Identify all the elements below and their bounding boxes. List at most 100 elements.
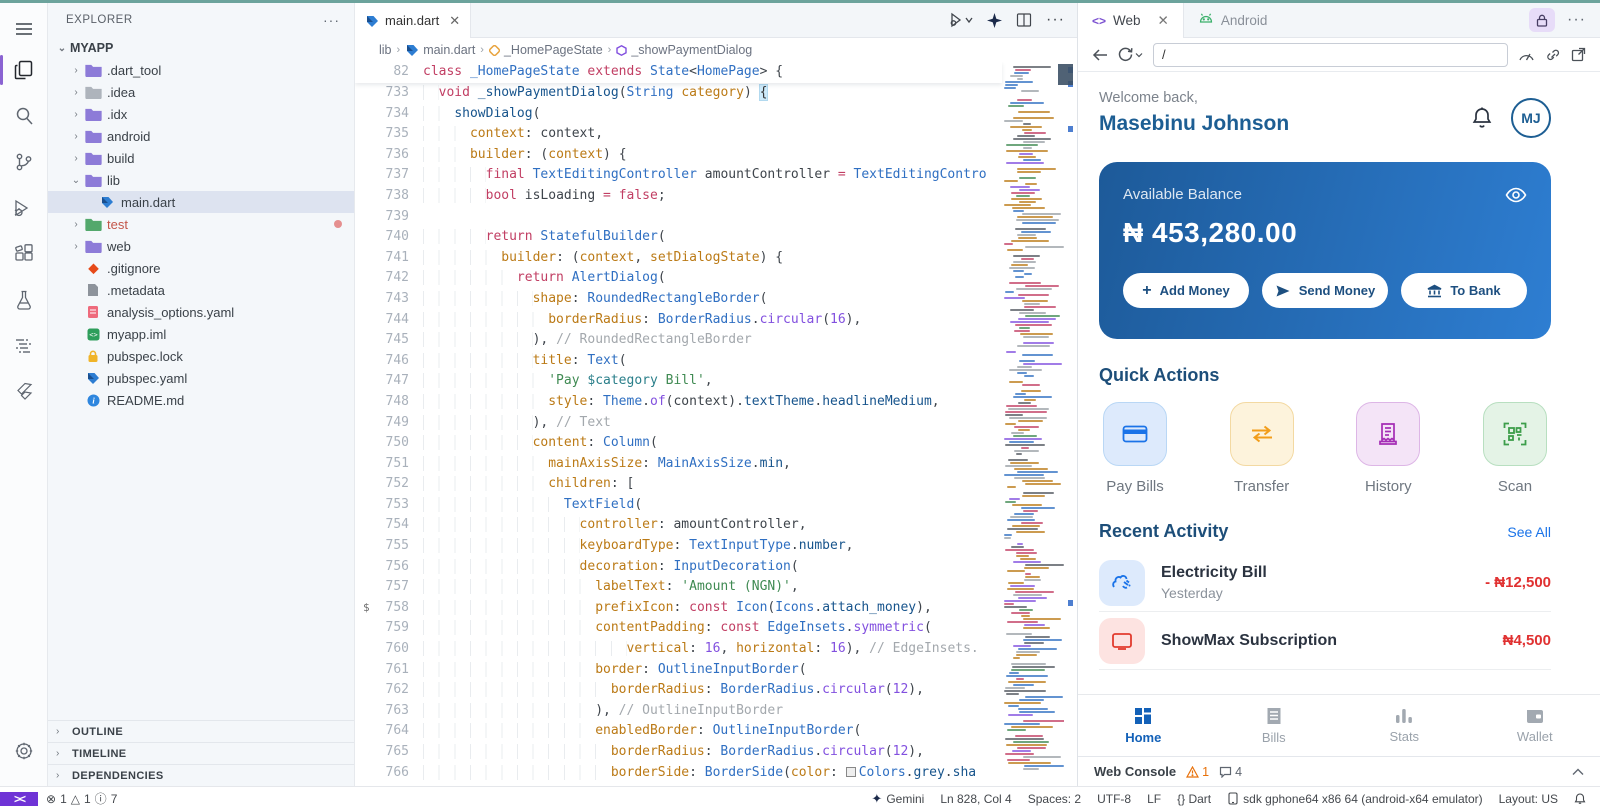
tab-web[interactable]: <> Web ✕	[1078, 3, 1184, 38]
flask-icon[interactable]	[0, 277, 48, 323]
status-layout-us[interactable]: Layout: US	[1491, 792, 1566, 806]
tab-android[interactable]: Android	[1184, 3, 1282, 37]
flutter-icon[interactable]	[0, 369, 48, 415]
code-line-761[interactable]: 761 border: OutlineInputBorder(	[355, 660, 1002, 681]
code-line-762[interactable]: 762 borderRadius: BorderRadius.circular(…	[355, 680, 1002, 701]
tab-main-dart[interactable]: main.dart ✕	[355, 3, 471, 38]
status-bell-icon[interactable]	[1566, 792, 1594, 805]
tree-item-analysis-options-yaml[interactable]: analysis_options.yaml	[48, 301, 354, 323]
code-line-764[interactable]: 764 enabledBorder: OutlineInputBorder(	[355, 721, 1002, 742]
status-ln-828-col-4[interactable]: Ln 828, Col 4	[932, 792, 1019, 806]
gemini-sparkle-icon[interactable]	[987, 13, 1002, 28]
settings-gear-icon[interactable]	[0, 728, 48, 774]
code-line-741[interactable]: 741 builder: (context, setDialogState) {	[355, 248, 1002, 269]
quick-action-transfer[interactable]: Transfer	[1226, 402, 1298, 495]
code-line-740[interactable]: 740 return StatefulBuilder(	[355, 227, 1002, 248]
status-utf-8[interactable]: UTF-8	[1089, 792, 1139, 806]
extensions-icon[interactable]	[0, 231, 48, 277]
quick-action-scan[interactable]: Scan	[1479, 402, 1551, 495]
tree-item-lib[interactable]: ⌄lib	[48, 169, 354, 191]
color-swatch[interactable]	[846, 767, 856, 777]
breadcrumb-lib[interactable]: lib	[379, 43, 392, 57]
code-line-748[interactable]: 748 style: Theme.of(context).textTheme.h…	[355, 392, 1002, 413]
code-line-759[interactable]: 759 contentPadding: const EdgeInsets.sym…	[355, 618, 1002, 639]
panel-more-icon[interactable]: ···	[1567, 11, 1586, 29]
tree-item-build[interactable]: ›build	[48, 147, 354, 169]
code-line-745[interactable]: 745 ), // RoundedRectangleBorder	[355, 330, 1002, 351]
remote-indicator[interactable]: ><	[0, 792, 38, 806]
project-root[interactable]: ⌄MYAPP	[48, 37, 354, 59]
problems-indicator[interactable]: ⊗1 △1 ⓘ7	[38, 790, 125, 807]
minimap-slider[interactable]	[1058, 64, 1073, 85]
eye-icon[interactable]	[1505, 187, 1527, 203]
search-icon[interactable]	[0, 93, 48, 139]
code-line-738[interactable]: 738 bool isLoading = false;	[355, 186, 1002, 207]
status-gemini[interactable]: ✦Gemini	[863, 791, 932, 807]
back-icon[interactable]	[1092, 48, 1108, 62]
code-line-735[interactable]: 735 context: context,	[355, 124, 1002, 145]
code-line-754[interactable]: 754 controller: amountController,	[355, 515, 1002, 536]
code-line-744[interactable]: 744 borderRadius: BorderRadius.circular(…	[355, 310, 1002, 331]
code-line-743[interactable]: 743 shape: RoundedRectangleBorder(	[355, 289, 1002, 310]
see-all-link[interactable]: See All	[1507, 524, 1551, 540]
nav-wallet[interactable]: Wallet	[1470, 695, 1600, 756]
nav-home[interactable]: Home	[1078, 695, 1209, 756]
debug-icon[interactable]	[0, 185, 48, 231]
explorer-more-icon[interactable]: ···	[323, 12, 340, 28]
code-line-742[interactable]: 742 return AlertDialog(	[355, 268, 1002, 289]
console-collapse-icon[interactable]	[1572, 768, 1584, 776]
link-icon[interactable]	[1545, 48, 1561, 62]
tree-item-web[interactable]: ›web	[48, 235, 354, 257]
minimap[interactable]	[1002, 62, 1064, 786]
tree-item--metadata[interactable]: .metadata	[48, 279, 354, 301]
code-line-752[interactable]: 752 children: [	[355, 474, 1002, 495]
tree-item--dart-tool[interactable]: ›.dart_tool	[48, 59, 354, 81]
tab-close-icon[interactable]: ✕	[449, 13, 460, 29]
status-sdk-gphone64-x86-64-android-x64-emulator[interactable]: sdk gphone64 x86 64 (android-x64 emulato…	[1219, 792, 1490, 806]
nav-stats[interactable]: Stats	[1339, 695, 1470, 756]
git-icon[interactable]	[0, 139, 48, 185]
code-line-737[interactable]: 737 final TextEditingController amountCo…	[355, 165, 1002, 186]
run-debug-icon[interactable]	[949, 12, 973, 28]
code-line-747[interactable]: 747 'Pay $category Bill',	[355, 371, 1002, 392]
breadcrumb--homepagestate[interactable]: _HomePageState	[489, 43, 603, 57]
files-icon[interactable]	[0, 47, 48, 93]
code-line-758[interactable]: $758 prefixIcon: const Icon(Icons.attach…	[355, 598, 1002, 619]
status-spaces-2[interactable]: Spaces: 2	[1020, 792, 1089, 806]
breadcrumb--showpaymentdialog[interactable]: _showPaymentDialog	[616, 43, 752, 57]
status-dart[interactable]: {} Dart	[1169, 792, 1219, 806]
quick-action-history[interactable]: History	[1352, 402, 1424, 495]
code-line-763[interactable]: 763 ), // OutlineInputBorder	[355, 701, 1002, 722]
code-line-736[interactable]: 736 builder: (context) {	[355, 145, 1002, 166]
menu-icon[interactable]	[0, 11, 48, 47]
tree-item-pubspec-lock[interactable]: pubspec.lock	[48, 345, 354, 367]
section-dependencies[interactable]: ›DEPENDENCIES	[48, 764, 354, 786]
web-console-bar[interactable]: Web Console 1 4	[1078, 756, 1600, 786]
open-external-icon[interactable]	[1571, 47, 1586, 62]
nav-bills[interactable]: Bills	[1209, 695, 1340, 756]
to-bank-button[interactable]: To Bank	[1401, 273, 1527, 308]
web-tab-close-icon[interactable]: ✕	[1158, 13, 1169, 29]
code-editor[interactable]: 82class _HomePageState extends State<Hom…	[355, 62, 1077, 786]
tree-item-android[interactable]: ›android	[48, 125, 354, 147]
speed-gauge-icon[interactable]	[1518, 48, 1535, 62]
tree-item--gitignore[interactable]: .gitignore	[48, 257, 354, 279]
section-outline[interactable]: ›OUTLINE	[48, 720, 354, 742]
send-money-button[interactable]: Send Money	[1262, 273, 1388, 308]
notification-bell-icon[interactable]	[1471, 106, 1493, 130]
reload-icon[interactable]	[1118, 47, 1143, 62]
logs-icon[interactable]	[0, 323, 48, 369]
code-line-750[interactable]: 750 content: Column(	[355, 433, 1002, 454]
code-line-739[interactable]: 739	[355, 207, 1002, 228]
overview-ruler[interactable]	[1064, 62, 1077, 786]
sticky-scroll-line[interactable]: 82class _HomePageState extends State<Hom…	[355, 62, 1002, 83]
tree-item-myapp-iml[interactable]: <>myapp.iml	[48, 323, 354, 345]
code-line-733[interactable]: 733 void _showPaymentDialog(String categ…	[355, 83, 1002, 104]
breadcrumb-main-dart[interactable]: main.dart	[405, 43, 475, 57]
quick-action-pay-bills[interactable]: Pay Bills	[1099, 402, 1171, 495]
tree-item--idx[interactable]: ›.idx	[48, 103, 354, 125]
code-line-765[interactable]: 765 borderRadius: BorderRadius.circular(…	[355, 742, 1002, 763]
add-money-button[interactable]: +Add Money	[1123, 273, 1249, 308]
status-lf[interactable]: LF	[1139, 792, 1169, 806]
code-line-755[interactable]: 755 keyboardType: TextInputType.number,	[355, 536, 1002, 557]
